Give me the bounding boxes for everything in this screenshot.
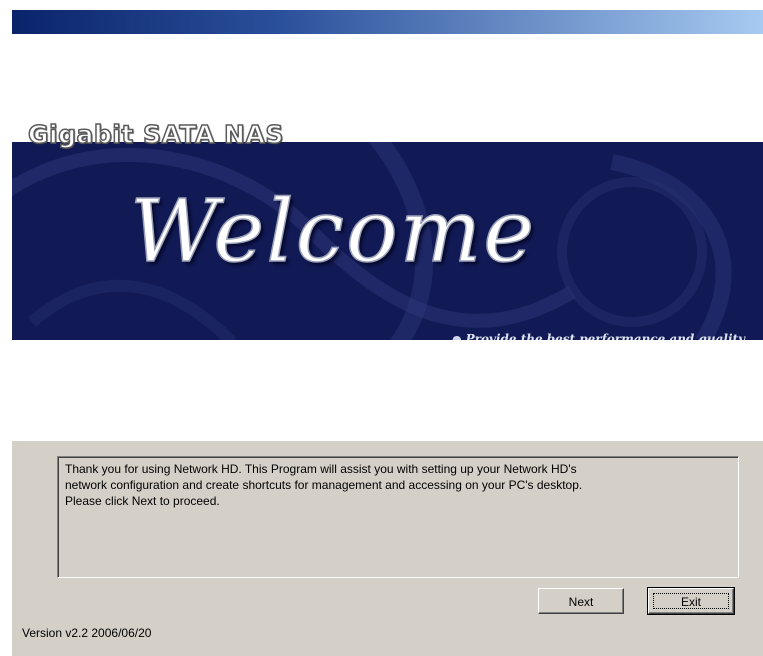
message-box: Thank you for using Network HD. This Pro… bbox=[57, 456, 739, 578]
tagline: ● Provide the best performance and qualit… bbox=[452, 332, 745, 340]
next-button[interactable]: Next bbox=[538, 588, 624, 614]
banner-background: Welcome ● Provide the best performance an… bbox=[12, 142, 763, 340]
message-text: Thank you for using Network HD. This Pro… bbox=[65, 462, 583, 508]
welcome-banner: Welcome ● Provide the best performance an… bbox=[12, 119, 763, 342]
bullet-icon: ● bbox=[452, 333, 462, 340]
tagline-text: Provide the best performance and quality bbox=[465, 332, 746, 340]
welcome-heading: Welcome bbox=[129, 181, 537, 283]
title-bar bbox=[12, 10, 763, 34]
exit-button-label: Exit bbox=[653, 593, 729, 609]
version-label: Version v2.2 2006/06/20 bbox=[22, 626, 152, 640]
exit-button[interactable]: Exit bbox=[647, 587, 735, 615]
wizard-panel: Thank you for using Network HD. This Pro… bbox=[12, 441, 763, 656]
product-name-logo: Gigabit SATA NAS bbox=[27, 119, 284, 150]
